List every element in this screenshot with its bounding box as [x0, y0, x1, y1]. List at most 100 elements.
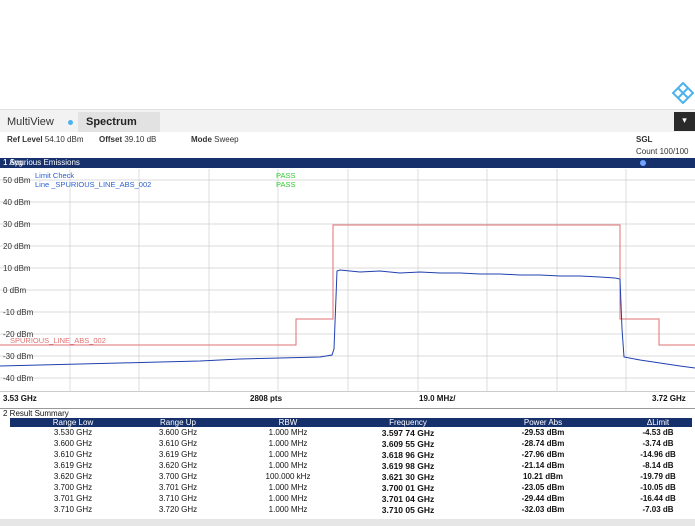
- table-row[interactable]: 3.530 GHz 3.600 GHz 1.000 MHz 3.597 74 GHz -…: [10, 428, 692, 438]
- table-cell: -14.96 dB: [640, 450, 676, 459]
- span-per-division: 19.0 MHz/: [419, 394, 456, 403]
- column-header: Frequency: [389, 418, 427, 427]
- table-cell: -10.05 dB: [640, 483, 676, 492]
- sgl-indicator: SGL: [636, 135, 653, 144]
- column-header: Power Abs: [523, 418, 563, 427]
- x-axis-bar: 3.53 GHz 2808 pts 19.0 MHz/ 3.72 GHz: [0, 391, 695, 404]
- column-header: Range Up: [159, 418, 197, 427]
- table-cell: 3.610 GHz: [158, 439, 198, 448]
- settings-bar: Ref Level 54.10 dBm Offset 39.10 dB Mode…: [0, 132, 695, 158]
- table-cell: 1.000 MHz: [268, 439, 308, 448]
- table-cell: -19.79 dB: [640, 472, 676, 481]
- table-cell: 3.710 GHz: [158, 494, 198, 503]
- table-cell: 3.600 GHz: [158, 428, 198, 437]
- line-name-label: Line _SPURIOUS_LINE_ABS_002: [35, 180, 151, 189]
- table-cell: 1.000 MHz: [268, 450, 308, 459]
- table-cell: 3.720 GHz: [158, 505, 198, 514]
- table-row[interactable]: 3.710 GHz 3.720 GHz 1.000 MHz 3.710 05 GHz -…: [10, 505, 692, 515]
- table-row[interactable]: 3.701 GHz 3.710 GHz 1.000 MHz 3.701 04 GHz -…: [10, 494, 692, 504]
- table-cell: -27.96 dBm: [521, 450, 565, 459]
- y-label: 40 dBm: [3, 198, 31, 207]
- stop-frequency: 3.72 GHz: [652, 394, 686, 403]
- y-label: 10 dBm: [3, 264, 31, 273]
- table-cell: 3.619 GHz: [53, 461, 93, 470]
- column-header: Range Low: [52, 418, 94, 427]
- column-header: ΔLimit: [646, 418, 670, 427]
- table-cell: 3.710 05 GHz: [381, 505, 435, 515]
- table-cell: -29.53 dBm: [521, 428, 565, 437]
- spurious-panel-header[interactable]: 1 Spurious Emissions 1 Avg: [0, 158, 695, 168]
- table-cell: -16.44 dB: [640, 494, 676, 503]
- spectrum-plot[interactable]: 50 dBm 40 dBm 30 dBm 20 dBm 10 dBm 0 dBm…: [0, 169, 695, 391]
- y-label: 20 dBm: [3, 242, 31, 251]
- table-cell: -21.14 dBm: [521, 461, 565, 470]
- table-cell: -7.03 dB: [642, 505, 674, 514]
- tab-spectrum[interactable]: Spectrum: [78, 112, 160, 133]
- sweep-points: 2808 pts: [250, 394, 283, 403]
- offset[interactable]: Offset 39.10 dB: [99, 135, 156, 144]
- limit-check-label: Limit Check: [35, 171, 74, 180]
- table-row[interactable]: 3.620 GHz 3.700 GHz 100.000 kHz 3.621 30 GH…: [10, 472, 692, 482]
- menu-button[interactable]: ▾: [674, 112, 695, 131]
- table-row[interactable]: 3.700 GHz 3.701 GHz 1.000 MHz 3.700 01 GHz -…: [10, 483, 692, 493]
- table-cell: 1.000 MHz: [268, 428, 308, 437]
- table-cell: 3.700 GHz: [53, 483, 93, 492]
- table-cell: -3.74 dB: [642, 439, 674, 448]
- y-label: 50 dBm: [3, 176, 31, 185]
- column-header: RBW: [278, 418, 298, 427]
- table-cell: 100.000 kHz: [265, 472, 311, 481]
- start-frequency: 3.53 GHz: [3, 394, 37, 403]
- y-label: 30 dBm: [3, 220, 31, 229]
- table-cell: 3.610 GHz: [53, 450, 93, 459]
- table-cell: 3.701 GHz: [53, 494, 93, 503]
- table-cell: 3.600 GHz: [53, 439, 93, 448]
- mode[interactable]: Mode Sweep: [191, 135, 239, 144]
- avg-label: 1 Avg: [3, 158, 23, 167]
- rohde-schwarz-logo-icon: [672, 82, 694, 104]
- status-dot-icon: [68, 120, 73, 125]
- table-cell: 1.000 MHz: [268, 461, 308, 470]
- table-cell: 3.619 GHz: [158, 450, 198, 459]
- ref-level[interactable]: Ref Level 54.10 dBm: [7, 135, 84, 144]
- table-row[interactable]: 3.600 GHz 3.610 GHz 1.000 MHz 3.609 55 GHz -…: [10, 439, 692, 449]
- table-cell: -32.03 dBm: [521, 505, 565, 514]
- table-cell: 3.700 01 GHz: [381, 483, 435, 493]
- y-label: -40 dBm: [3, 374, 34, 383]
- table-cell: 3.710 GHz: [53, 505, 93, 514]
- limit-line-label: SPURIOUS_LINE_ABS_002: [10, 336, 106, 345]
- table-cell: -29.44 dBm: [521, 494, 565, 503]
- y-label: -10 dBm: [3, 308, 34, 317]
- table-cell: 3.621 30 GHz: [381, 472, 435, 482]
- table-cell: 3.619 98 GHz: [381, 461, 435, 471]
- table-cell: 10.21 dBm: [522, 472, 564, 481]
- table-cell: 3.609 55 GHz: [381, 439, 435, 449]
- table-cell: 3.530 GHz: [53, 428, 93, 437]
- table-cell: 3.701 04 GHz: [381, 494, 435, 504]
- table-cell: 1.000 MHz: [268, 505, 308, 514]
- trace-indicator-icon: [640, 160, 646, 166]
- title-bar: MultiView Spectrum ▾: [0, 109, 695, 133]
- pass-label: PASS: [276, 171, 295, 180]
- table-cell: 3.618 96 GHz: [381, 450, 435, 460]
- table-cell: 1.000 MHz: [268, 483, 308, 492]
- table-cell: -23.05 dBm: [521, 483, 565, 492]
- table-cell: -8.14 dB: [642, 461, 674, 470]
- table-cell: 3.620 GHz: [158, 461, 198, 470]
- table-header: Range Low Range Up RBW Frequency Power A…: [10, 418, 692, 427]
- table-cell: 3.597 74 GHz: [381, 428, 435, 438]
- app-title: MultiView: [7, 116, 54, 128]
- status-bar: [0, 519, 695, 526]
- table-cell: -28.74 dBm: [521, 439, 565, 448]
- table-row[interactable]: 3.619 GHz 3.620 GHz 1.000 MHz 3.619 98 GHz -…: [10, 461, 692, 471]
- table-cell: 1.000 MHz: [268, 494, 308, 503]
- pass-label: PASS: [276, 180, 295, 189]
- result-summary-table: Range Low Range Up RBW Frequency Power A…: [0, 418, 695, 519]
- table-row[interactable]: 3.610 GHz 3.619 GHz 1.000 MHz 3.618 96 GHz -…: [10, 450, 692, 460]
- table-cell: 3.700 GHz: [158, 472, 198, 481]
- table-cell: 3.701 GHz: [158, 483, 198, 492]
- y-label: 0 dBm: [3, 286, 26, 295]
- y-label: -30 dBm: [3, 352, 34, 361]
- table-cell: 3.620 GHz: [53, 472, 93, 481]
- sweep-count: Count 100/100: [636, 147, 689, 156]
- table-cell: -4.53 dB: [642, 428, 674, 437]
